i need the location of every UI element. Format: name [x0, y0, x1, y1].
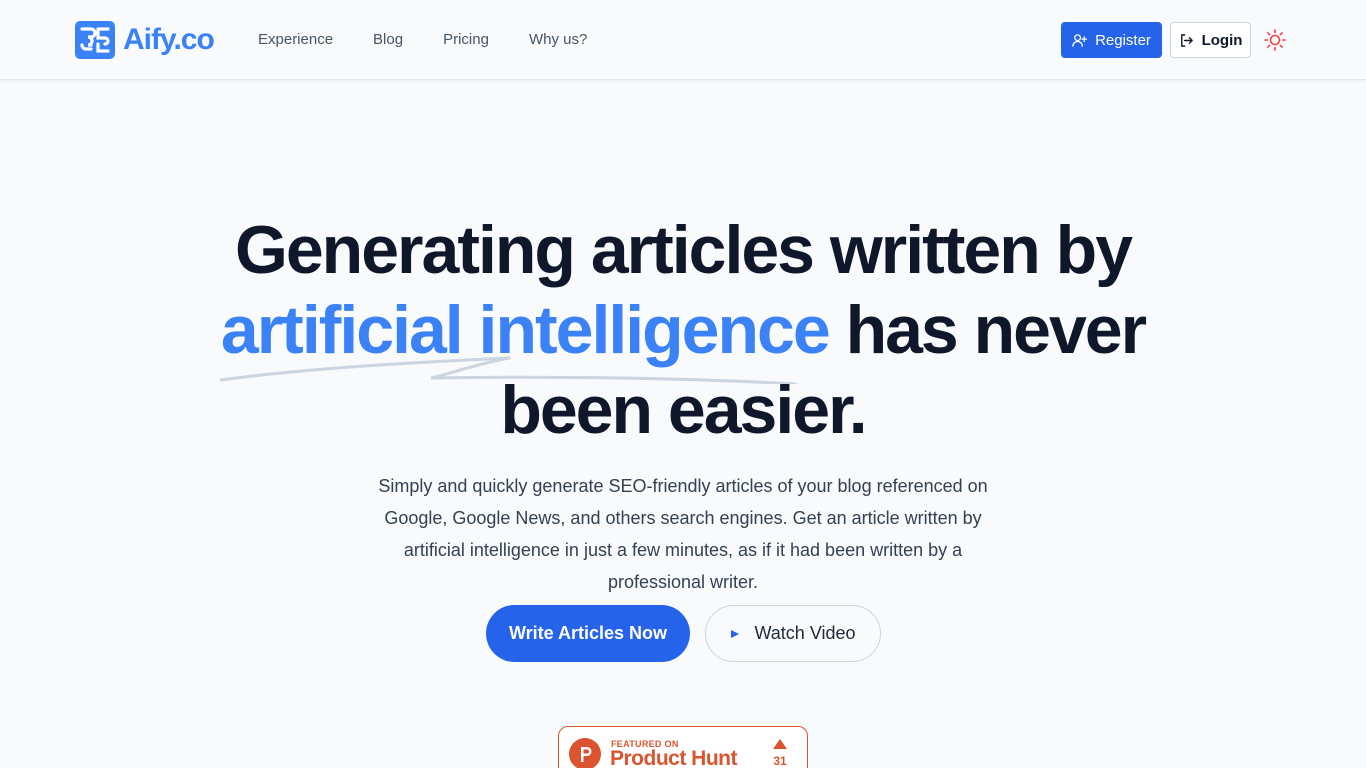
product-hunt-logo-icon — [569, 738, 601, 768]
logo-icon — [75, 21, 115, 59]
register-button[interactable]: Register — [1061, 22, 1162, 58]
user-plus-icon — [1072, 33, 1088, 47]
hero-title-line1: Generating articles written by — [234, 212, 1133, 288]
upvote-arrow-icon — [773, 739, 787, 749]
underline-scribble — [219, 356, 797, 384]
login-button[interactable]: Login — [1170, 22, 1251, 58]
sun-icon[interactable] — [1263, 28, 1287, 52]
login-label: Login — [1201, 31, 1243, 49]
main-nav: Experience Blog Pricing Why us? — [258, 30, 627, 50]
write-articles-button[interactable]: Write Articles Now — [486, 605, 690, 662]
nav-item-blog[interactable]: Blog — [373, 30, 403, 50]
hero-title-highlight: artificial intelligence — [219, 290, 831, 384]
hero-subtitle: Simply and quickly generate SEO-friendly… — [378, 476, 988, 592]
login-icon — [1180, 33, 1193, 47]
nav-item-experience[interactable]: Experience — [258, 30, 333, 50]
watch-video-label: Watch Video — [754, 623, 856, 643]
play-icon — [731, 629, 740, 638]
hero-title-rest: has never — [828, 292, 1148, 368]
register-label: Register — [1095, 31, 1151, 49]
watch-video-button[interactable]: Watch Video — [705, 605, 881, 662]
product-hunt-badge[interactable]: FEATURED ON Product Hunt 31 — [558, 726, 808, 768]
product-hunt-vote-count: 31 — [773, 754, 787, 768]
logo-text: Aify.co — [123, 23, 215, 56]
nav-item-pricing[interactable]: Pricing — [443, 30, 489, 50]
hero-title: Generating articles written by artificia… — [183, 210, 1183, 450]
logo[interactable]: Aify.co — [75, 21, 215, 59]
product-hunt-name: Product Hunt — [610, 747, 737, 768]
site-header: Aify.co Experience Blog Pricing Why us? … — [0, 0, 1366, 80]
nav-item-why-us[interactable]: Why us? — [529, 30, 587, 50]
